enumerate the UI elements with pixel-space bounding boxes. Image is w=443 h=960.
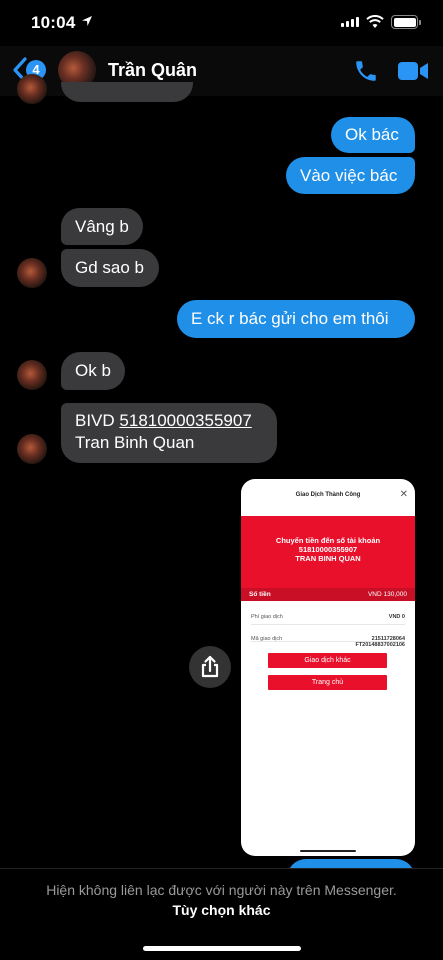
battery-icon <box>391 15 421 29</box>
share-icon <box>201 655 219 678</box>
receipt-recipient: TRAN BINH QUAN <box>295 554 361 563</box>
more-options-link[interactable]: Tùy chọn khác <box>0 902 443 918</box>
cellular-signal-icon <box>341 17 359 27</box>
contact-avatar-small <box>17 360 47 390</box>
wifi-icon <box>366 15 384 28</box>
receipt-banner: Chuyển tiền đến số tài khoản 51810000355… <box>241 516 415 588</box>
contact-avatar-small <box>17 258 47 288</box>
contact-name[interactable]: Trần Quân <box>108 60 197 81</box>
message-text: Tran Binh Quan <box>75 433 195 452</box>
message-bubble-outgoing[interactable]: Vào việc bác <box>286 157 415 194</box>
receipt-title: Giao Dịch Thành Công ✕ <box>241 479 415 511</box>
contact-avatar-small <box>17 434 47 464</box>
status-bar: 10:04 <box>0 0 443 46</box>
message-bubble-incoming[interactable]: Vâng b <box>61 208 143 245</box>
message-bubble-incoming[interactable] <box>61 82 193 102</box>
account-number-link[interactable]: 51810000355907 <box>119 411 251 430</box>
txn-value: 21511728064 FT20148837002106 <box>355 636 405 648</box>
home-indicator[interactable] <box>143 946 301 951</box>
video-call-icon[interactable] <box>397 60 429 82</box>
amount-value: VND 130,000 <box>367 591 407 598</box>
fee-label: Phí giao dịch <box>251 614 283 620</box>
message-bubble-outgoing[interactable]: E ck r bác gửi cho em thôi <box>177 300 415 338</box>
location-arrow-icon <box>82 16 92 26</box>
message-text: BIVD <box>75 411 120 430</box>
unavailable-message: Hiện không liên lạc được với người này t… <box>46 882 397 898</box>
receipt-account: 51810000355907 <box>298 545 358 554</box>
receipt-headline: Chuyển tiền đến số tài khoản <box>275 536 381 545</box>
divider <box>251 624 405 625</box>
image-message-receipt[interactable]: Giao Dịch Thành Công ✕ Chuyển tiền đến s… <box>241 479 415 856</box>
divider <box>251 641 405 642</box>
txn-value-2: FT20148837002106 <box>355 642 405 648</box>
share-button[interactable] <box>189 646 231 688</box>
receipt-amount-row: Số tiền VND 130,000 <box>241 588 415 601</box>
receipt-home-indicator <box>300 850 356 852</box>
contact-avatar-small <box>17 74 47 104</box>
close-icon: ✕ <box>399 489 408 500</box>
receipt-title-text: Giao Dịch Thành Công <box>295 492 361 498</box>
message-bubble-incoming[interactable]: Gd sao b <box>61 249 159 287</box>
phone-call-icon[interactable] <box>353 58 379 84</box>
message-bubble-incoming[interactable]: BIVD 51810000355907 Tran Binh Quan <box>61 403 277 463</box>
amount-label: Số tiền <box>249 591 271 598</box>
fee-value: VND 0 <box>388 614 405 620</box>
status-time: 10:04 <box>31 13 76 32</box>
receipt-other-transaction-button: Giao dịch khác <box>268 653 387 668</box>
message-bubble-incoming[interactable]: Ok b <box>61 352 125 390</box>
message-bubble-outgoing[interactable]: Ok bác <box>331 117 415 153</box>
receipt-home-button: Trang chủ <box>268 675 387 690</box>
